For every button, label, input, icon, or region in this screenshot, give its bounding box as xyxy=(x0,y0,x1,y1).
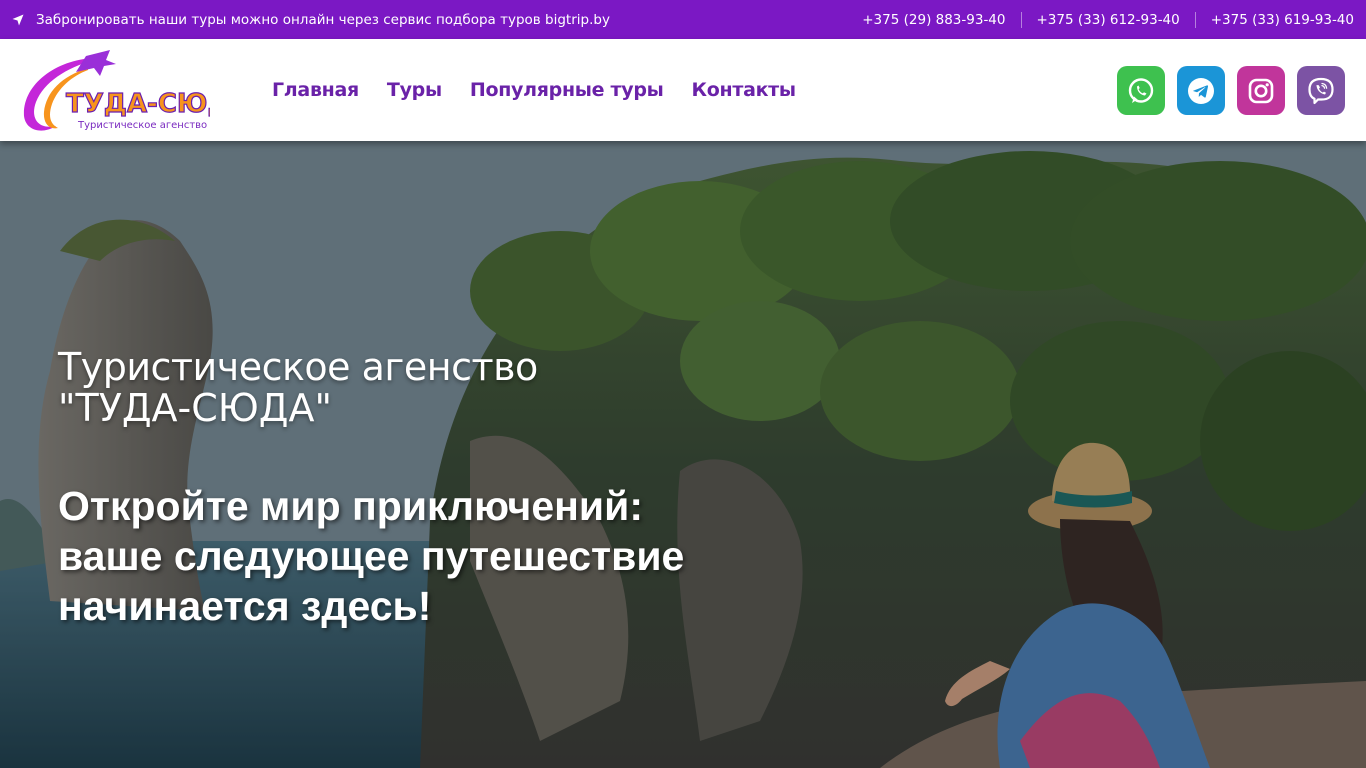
logo-brand-text: ТУДА-СЮДА xyxy=(66,89,210,119)
main-nav: Главная Туры Популярные туры Контакты xyxy=(272,39,824,141)
nav-item-tours[interactable]: Туры xyxy=(387,79,442,101)
telegram-button[interactable] xyxy=(1177,66,1225,115)
telegram-icon xyxy=(1188,77,1214,104)
viber-button[interactable] xyxy=(1297,66,1345,115)
instagram-icon xyxy=(1248,78,1274,103)
hero-headline-line: ваше следующее путешествие xyxy=(58,533,685,579)
social-links xyxy=(1105,66,1345,115)
nav-item-popular-tours[interactable]: Популярные туры xyxy=(470,79,664,101)
site-header: ТУДА-СЮДА Туристическое агенство Главная… xyxy=(0,39,1366,141)
phone-link-1[interactable]: +375 (29) 883-93-40 xyxy=(862,12,1005,28)
phone-link-3[interactable]: +375 (33) 619-93-40 xyxy=(1211,12,1354,28)
top-bar: Забронировать наши туры можно онлайн чер… xyxy=(0,0,1366,39)
instagram-button[interactable] xyxy=(1237,66,1285,115)
hero-subtitle: Туристическое агенство xyxy=(58,345,538,389)
whatsapp-icon xyxy=(1128,77,1154,103)
hero-agency-name: "ТУДА-СЮДА" xyxy=(58,386,332,430)
hero-banner: Туристическое агенство "ТУДА-СЮДА" Откро… xyxy=(0,141,1366,768)
nav-item-home[interactable]: Главная xyxy=(272,79,359,101)
phone-link-2[interactable]: +375 (33) 612-93-40 xyxy=(1037,12,1180,28)
booking-notice: Забронировать наши туры можно онлайн чер… xyxy=(12,12,610,28)
viber-icon xyxy=(1308,77,1334,104)
hero-headline: Откройте мир приключений: ваше следующее… xyxy=(58,481,758,631)
location-arrow-icon xyxy=(12,14,24,25)
logo[interactable]: ТУДА-СЮДА Туристическое агенство xyxy=(14,46,251,136)
nav-item-contacts[interactable]: Контакты xyxy=(692,79,797,101)
logo-tagline: Туристическое агенство xyxy=(77,120,207,131)
hero-headline-line: Откройте мир приключений: xyxy=(58,483,643,529)
booking-notice-text: Забронировать наши туры можно онлайн чер… xyxy=(36,11,610,28)
phone-list: +375 (29) 883-93-40 +375 (33) 612-93-40 … xyxy=(862,0,1354,39)
hero-headline-line: начинается здесь! xyxy=(58,583,432,629)
hero-text-block: Туристическое агенство "ТУДА-СЮДА" Откро… xyxy=(58,347,758,631)
divider xyxy=(1194,11,1196,28)
divider xyxy=(1020,11,1022,28)
whatsapp-button[interactable] xyxy=(1117,66,1165,115)
